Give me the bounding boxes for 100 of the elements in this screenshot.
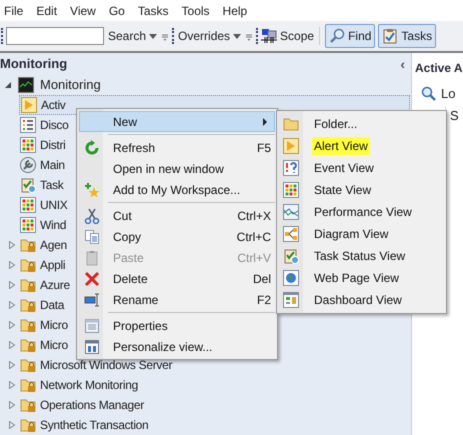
tree-item[interactable]: Monitoring [40, 75, 101, 95]
tree-item[interactable]: Micro [40, 336, 68, 354]
menu-item[interactable]: Diagram View [279, 223, 444, 245]
clipboard-icon [382, 28, 398, 44]
menu-item[interactable]: Tasks [138, 2, 169, 20]
locked-folder-icon [20, 417, 36, 433]
menu-item[interactable]: Alert View [279, 135, 444, 157]
copy-icon [84, 228, 100, 244]
menu-item[interactable]: Tools [182, 2, 210, 20]
clipboard-icon [283, 248, 299, 264]
locked-folder-icon [20, 357, 36, 373]
rename-icon [84, 292, 100, 308]
columns-icon [84, 338, 100, 354]
menu-item[interactable]: View [70, 2, 96, 20]
collapsed-arrow-icon [8, 321, 16, 329]
menu-item[interactable]: Edit [36, 2, 58, 20]
locked-folder-icon [20, 257, 36, 273]
locked-folder-icon [20, 277, 36, 293]
menu-item[interactable]: Add to My Workspace... [79, 179, 275, 200]
tree-item[interactable]: Azure [40, 276, 70, 294]
menu-label: Task Status View [313, 248, 406, 265]
chart-icon [283, 204, 299, 220]
search-button[interactable]: Search [107, 27, 158, 45]
tree-item[interactable]: Micro [40, 316, 68, 334]
wrench-icon [20, 157, 36, 173]
submenu-arrow-icon [262, 118, 268, 126]
menu-item[interactable]: Event View [279, 157, 444, 179]
refresh-icon [84, 140, 100, 156]
tree-item[interactable]: Main [40, 156, 65, 174]
clipboard-icon [84, 250, 100, 266]
locked-folder-icon [20, 297, 36, 313]
tree-item[interactable]: Wind [40, 216, 66, 234]
scope-button[interactable]: Scope [261, 27, 314, 45]
alert-icon [283, 138, 299, 154]
menu-item[interactable]: Open in new window [79, 158, 275, 179]
monitor-icon [18, 77, 34, 93]
clipboard-icon [20, 177, 36, 193]
diagram-icon [283, 226, 299, 242]
search-icon [421, 86, 437, 102]
tree-item[interactable]: Agen [40, 236, 67, 254]
globe-icon [283, 270, 299, 286]
menu-item[interactable]: Cut Ctrl+X [79, 205, 275, 226]
search-field[interactable] [6, 27, 104, 45]
menu-item[interactable]: New [79, 111, 275, 132]
locked-folder-icon [20, 237, 36, 253]
menu-label: Event View [313, 160, 375, 177]
menu-item[interactable]: Web Page View [279, 267, 444, 289]
list-icon [20, 117, 36, 133]
tree-item[interactable]: Operations Manager [40, 396, 144, 414]
search-label: Lo [441, 85, 456, 104]
tree-item[interactable]: UNIX [40, 196, 68, 214]
collapsed-arrow-icon [8, 261, 16, 269]
tree-item[interactable]: Task [40, 176, 64, 194]
menu-label: State View [313, 182, 372, 199]
menu-item[interactable]: Delete Del [79, 268, 275, 289]
menu-item[interactable]: Help [222, 2, 248, 20]
overrides-button[interactable]: Overrides [177, 27, 242, 45]
dashboard-icon [283, 292, 299, 308]
locked-folder-icon [20, 397, 36, 413]
tree-item[interactable]: Network Monitoring [40, 376, 138, 394]
tree-item[interactable]: Distri [40, 136, 66, 154]
collapse-button[interactable]: ‹ [400, 54, 405, 74]
menu-label: Dashboard View [313, 292, 403, 309]
tree-item[interactable]: Appli [40, 256, 66, 274]
add-star-icon [84, 182, 100, 198]
menu-item[interactable]: Copy Ctrl+C [79, 226, 275, 247]
menu-label: Performance View [313, 204, 413, 221]
menu-item[interactable]: Personalize view... [79, 336, 275, 357]
tree-item[interactable]: Disco [40, 116, 69, 134]
locked-folder-icon [20, 317, 36, 333]
menu-item[interactable]: Performance View [279, 201, 444, 223]
menu-item[interactable]: Rename F2 [79, 289, 275, 310]
tree-item[interactable]: Data [40, 296, 64, 314]
menu-item[interactable]: Dashboard View [279, 289, 444, 311]
scope-icon [261, 28, 278, 44]
grid-icon [20, 197, 36, 213]
properties-icon [84, 318, 100, 334]
event-icon [283, 160, 299, 176]
menu-item[interactable]: Go [108, 2, 125, 20]
collapsed-arrow-icon [8, 241, 16, 249]
menu-item[interactable]: File [4, 2, 24, 20]
collapsed-arrow-icon [8, 421, 16, 429]
collapsed-arrow-icon [8, 381, 16, 389]
menu-item[interactable]: Refresh F5 [79, 137, 275, 158]
find-button[interactable]: Find [325, 24, 376, 48]
tree-item[interactable]: Synthetic Transaction [40, 416, 148, 434]
delete-icon [84, 270, 100, 286]
collapsed-arrow-icon [8, 401, 16, 409]
menu-label: Alert View [312, 137, 370, 155]
menu-item[interactable]: Properties [79, 315, 275, 336]
tree-item[interactable]: Microsoft Windows Server [40, 356, 172, 374]
collapsed-arrow-icon [8, 301, 16, 309]
menu-item[interactable]: Folder... [279, 113, 444, 135]
alert-icon [21, 97, 37, 113]
locked-folder-icon [20, 337, 36, 353]
grid-icon [20, 217, 36, 233]
tasks-button[interactable]: Tasks [378, 24, 436, 48]
grid-icon [20, 137, 36, 153]
menu-item[interactable]: State View [279, 179, 444, 201]
menu-item[interactable]: Task Status View [279, 245, 444, 267]
